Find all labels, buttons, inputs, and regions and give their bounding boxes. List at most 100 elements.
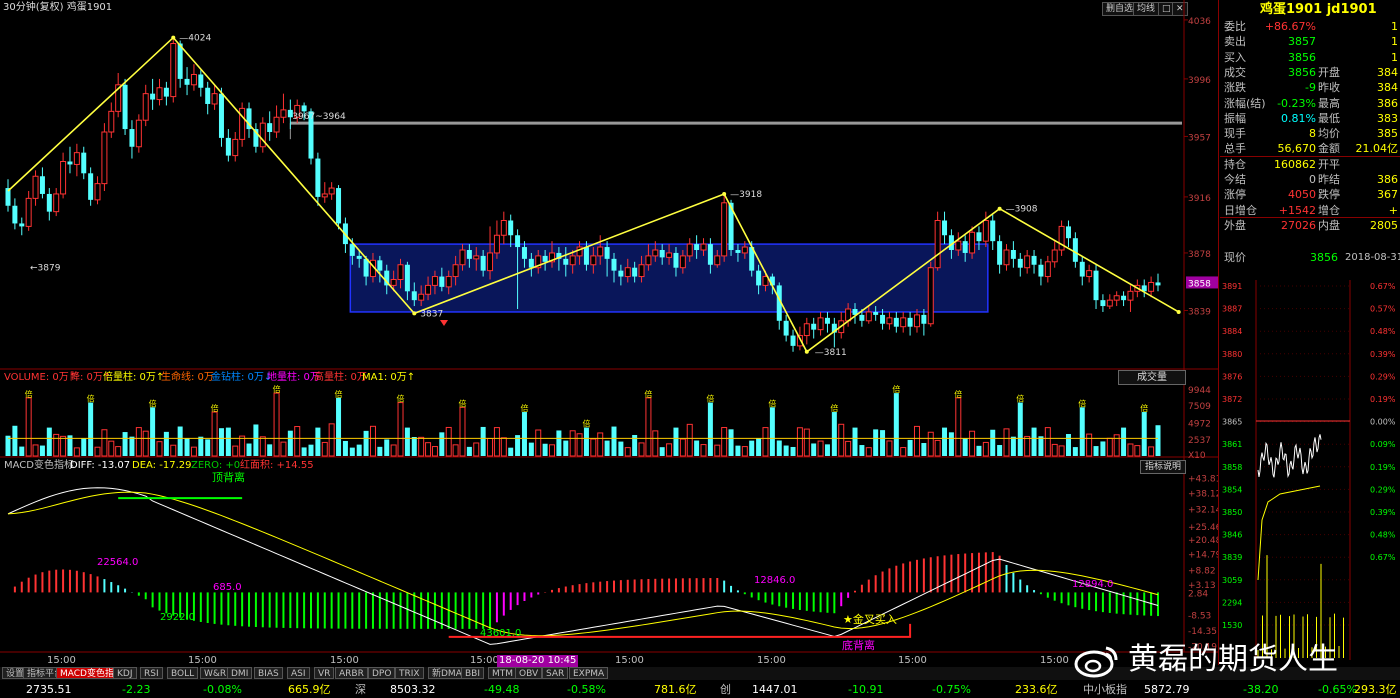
- candle-body: [301, 105, 307, 112]
- candle-body: [597, 246, 604, 257]
- candle-body: [714, 255, 721, 266]
- indicator-help-button[interactable]: 指标说明: [1140, 460, 1186, 474]
- macd-axis-label: +43.81: [1188, 475, 1218, 485]
- tab-17[interactable]: OBV: [515, 667, 543, 679]
- mini-axis-left-label: 3872: [1222, 395, 1242, 404]
- intraday-minichart[interactable]: 3891 3887 3884 3880 3876 3872 3865 3861 3858 3854…: [1220, 280, 1400, 660]
- volume-bar: [259, 436, 266, 457]
- quote-label: 成交: [1224, 65, 1246, 79]
- volume-bar: [611, 426, 617, 456]
- volume-axis-label: 7509: [1188, 402, 1211, 412]
- tab-6[interactable]: W&R: [200, 667, 231, 679]
- candle-body: [1038, 264, 1044, 277]
- volume-bar: [425, 442, 432, 457]
- volume-bar: [686, 423, 693, 457]
- quote-label: 日增仓: [1224, 203, 1257, 217]
- candle-body: [865, 311, 872, 322]
- tab-15[interactable]: BBI: [461, 667, 485, 679]
- candle-body: [39, 176, 45, 194]
- tab-8[interactable]: BIAS: [254, 667, 283, 679]
- mini-axis-left-label: 3858: [1222, 463, 1242, 472]
- volume-bar: [301, 447, 307, 456]
- volume-bar: [934, 439, 941, 457]
- volume-bar: [1141, 412, 1147, 456]
- quote-value-right: +: [1388, 203, 1398, 217]
- candle-body: [267, 123, 273, 132]
- volume-bar: [776, 440, 782, 456]
- volume-bar: [246, 443, 252, 456]
- mini-axis-right-label: 0.29%: [1370, 372, 1396, 381]
- candle-body: [129, 129, 135, 147]
- volume-bar: [873, 429, 879, 456]
- mini-axis-right-label: 0.29%: [1370, 485, 1396, 494]
- candle-body: [694, 244, 700, 250]
- tab-3[interactable]: KDJ: [113, 667, 137, 679]
- mini-axis-right-label: 0.39%: [1370, 508, 1396, 517]
- tab-18[interactable]: SAR: [542, 667, 569, 679]
- candle-body: [156, 87, 163, 101]
- volume-selector[interactable]: 成交量: [1118, 370, 1186, 385]
- volume-bar: [356, 444, 362, 456]
- volume-bar-label: 倍: [892, 384, 900, 394]
- mini-axis-right-label: 0.57%: [1370, 305, 1396, 314]
- volume-bar: [60, 435, 67, 457]
- macd-legend-0: MACD变色指标: [4, 460, 74, 471]
- candle-body: [177, 43, 183, 79]
- candle-body: [1079, 261, 1085, 277]
- tab-9[interactable]: ASI: [287, 667, 310, 679]
- indicator-help-label: 指标说明: [1144, 462, 1181, 472]
- candle-body: [590, 255, 597, 266]
- tab-16[interactable]: MTM: [488, 667, 518, 679]
- tab-12[interactable]: DPO: [368, 667, 396, 679]
- candle-body: [397, 264, 404, 280]
- time-label-3: 15:00: [470, 655, 499, 666]
- ticker-value: -2.23: [122, 683, 151, 696]
- volume-bar-label: 倍: [954, 389, 962, 399]
- volume-bar: [659, 447, 665, 456]
- tab-19[interactable]: EXPMA: [569, 667, 609, 679]
- quote-value-right: 386: [1377, 96, 1398, 110]
- mini-axis-right-label: 0.67%: [1370, 282, 1396, 291]
- tab-7[interactable]: DMI: [227, 667, 253, 679]
- candle-body: [81, 152, 87, 174]
- tab-5[interactable]: BOLL: [167, 667, 199, 679]
- volume-bar: [1093, 446, 1099, 456]
- volume-bar: [150, 407, 156, 456]
- candle-body: [666, 252, 673, 258]
- volume-bar-label: 倍: [830, 403, 838, 413]
- tab-13[interactable]: TRIX: [395, 667, 424, 679]
- candle-body: [135, 119, 142, 148]
- candle-body: [377, 260, 383, 271]
- volume-bar: [1031, 427, 1037, 456]
- volume-bar: [273, 392, 280, 457]
- volume-bar: [762, 427, 769, 457]
- volume-axis-label: 4972: [1188, 419, 1211, 429]
- quote-value-right: 1: [1391, 35, 1398, 49]
- mini-axis-left-label: 3059: [1222, 576, 1242, 585]
- candle-body: [624, 267, 631, 278]
- tab-11[interactable]: ARBR: [335, 667, 368, 679]
- macd-value-3: 2922.0: [160, 612, 195, 623]
- volume-bar: [556, 430, 562, 456]
- candle-body: [452, 264, 459, 278]
- volume-bar: [886, 440, 893, 457]
- volume-bar: [487, 437, 494, 457]
- vol-legend-4: 金钻柱: 0万↓: [211, 372, 273, 383]
- tab-4[interactable]: RSI: [140, 667, 163, 679]
- volume-bar: [177, 426, 183, 456]
- candlestick-chart[interactable]: 4036 3996 3957 3916 3878 3858 3839 —4024 ←3879 39…: [0, 0, 1218, 665]
- price-axis-label: 3839: [1188, 307, 1211, 317]
- quote-value: 56,670: [1277, 142, 1317, 156]
- candle-body: [803, 323, 810, 337]
- volume-bar: [721, 427, 728, 457]
- candle-body: [927, 267, 934, 325]
- tab-10[interactable]: VR: [314, 667, 335, 679]
- quote-label-right: 增仓: [1318, 203, 1340, 217]
- macd-axis-label: 2.84: [1188, 589, 1208, 599]
- candle-body: [542, 255, 548, 262]
- volume-bar: [315, 427, 321, 456]
- volume-bar: [1100, 441, 1106, 456]
- quote-value-right: 2805: [1370, 218, 1398, 232]
- mini-axis-left-label: 3865: [1222, 418, 1242, 427]
- volume-bar: [893, 393, 899, 456]
